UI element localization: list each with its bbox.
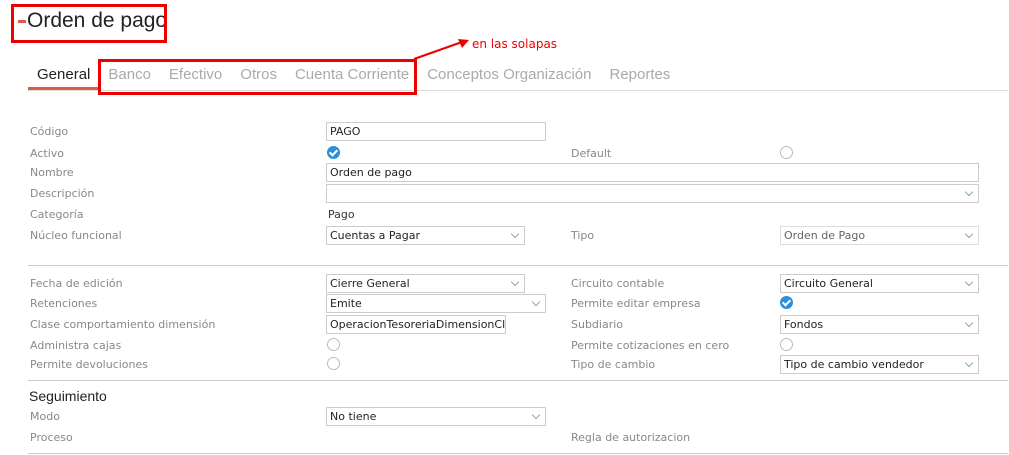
fecha-select[interactable]: Cierre General <box>326 274 525 293</box>
regla-label: Regla de autorizacion <box>571 431 691 444</box>
retenciones-select[interactable]: Emite <box>326 294 546 313</box>
cotiz-cero-checkbox[interactable] <box>780 338 793 351</box>
nombre-input[interactable]: Orden de pago <box>326 163 979 182</box>
divider <box>28 380 1008 381</box>
editar-empresa-checkbox[interactable] <box>780 296 793 309</box>
retenciones-label: Retenciones <box>30 297 98 310</box>
arrow-annotation-icon <box>413 39 469 60</box>
clase-input[interactable]: OperacionTesoreriaDimensionCl <box>326 315 506 334</box>
subdiario-label: Subdiario <box>571 318 624 331</box>
tipo-cambio-label: Tipo de cambio <box>571 358 656 371</box>
annotation-text: en las solapas <box>472 37 558 51</box>
cotiz-cero-label: Permite cotizaciones en cero <box>571 339 730 352</box>
subdiario-select[interactable]: Fondos <box>780 315 979 334</box>
default-label: Default <box>571 147 612 160</box>
tipo-select[interactable]: Orden de Pago <box>780 226 979 245</box>
activo-label: Activo <box>30 147 64 160</box>
tab-conceptos-organizacion[interactable]: Conceptos Organización <box>418 62 600 90</box>
tab-reportes[interactable]: Reportes <box>600 62 679 90</box>
nombre-label: Nombre <box>30 166 74 179</box>
highlight-box-title <box>11 4 167 43</box>
categoria-value: Pago <box>328 208 355 221</box>
modo-select[interactable]: No tiene <box>326 407 546 426</box>
tab-general[interactable]: General <box>28 62 100 90</box>
codigo-input[interactable]: PAGO <box>326 122 546 141</box>
default-checkbox[interactable] <box>780 146 793 159</box>
devoluciones-label: Permite devoluciones <box>30 358 149 371</box>
nucleo-label: Núcleo funcional <box>30 229 122 242</box>
activo-checkbox[interactable] <box>327 146 340 159</box>
clase-label: Clase comportamiento dimensión <box>30 318 216 331</box>
highlight-box-tabs <box>98 59 417 95</box>
administra-label: Administra cajas <box>30 339 122 352</box>
divider <box>28 453 1008 454</box>
circuito-label: Circuito contable <box>571 277 665 290</box>
tipo-label: Tipo <box>571 229 595 242</box>
fecha-label: Fecha de edición <box>30 277 123 290</box>
categoria-label: Categoría <box>30 208 84 221</box>
nucleo-select[interactable]: Cuentas a Pagar <box>326 226 525 245</box>
seguimiento-heading: Seguimiento <box>29 388 107 404</box>
modo-label: Modo <box>30 410 60 423</box>
descripcion-select[interactable] <box>326 184 979 203</box>
codigo-label: Código <box>30 125 69 138</box>
tipo-cambio-select[interactable]: Tipo de cambio vendedor <box>780 355 979 374</box>
divider <box>28 265 1008 266</box>
descripcion-label: Descripción <box>30 187 95 200</box>
administra-checkbox[interactable] <box>327 338 340 351</box>
editar-empresa-label: Permite editar empresa <box>571 297 701 310</box>
devoluciones-checkbox[interactable] <box>327 357 340 370</box>
circuito-select[interactable]: Circuito General <box>780 274 979 293</box>
proceso-label: Proceso <box>30 431 73 444</box>
